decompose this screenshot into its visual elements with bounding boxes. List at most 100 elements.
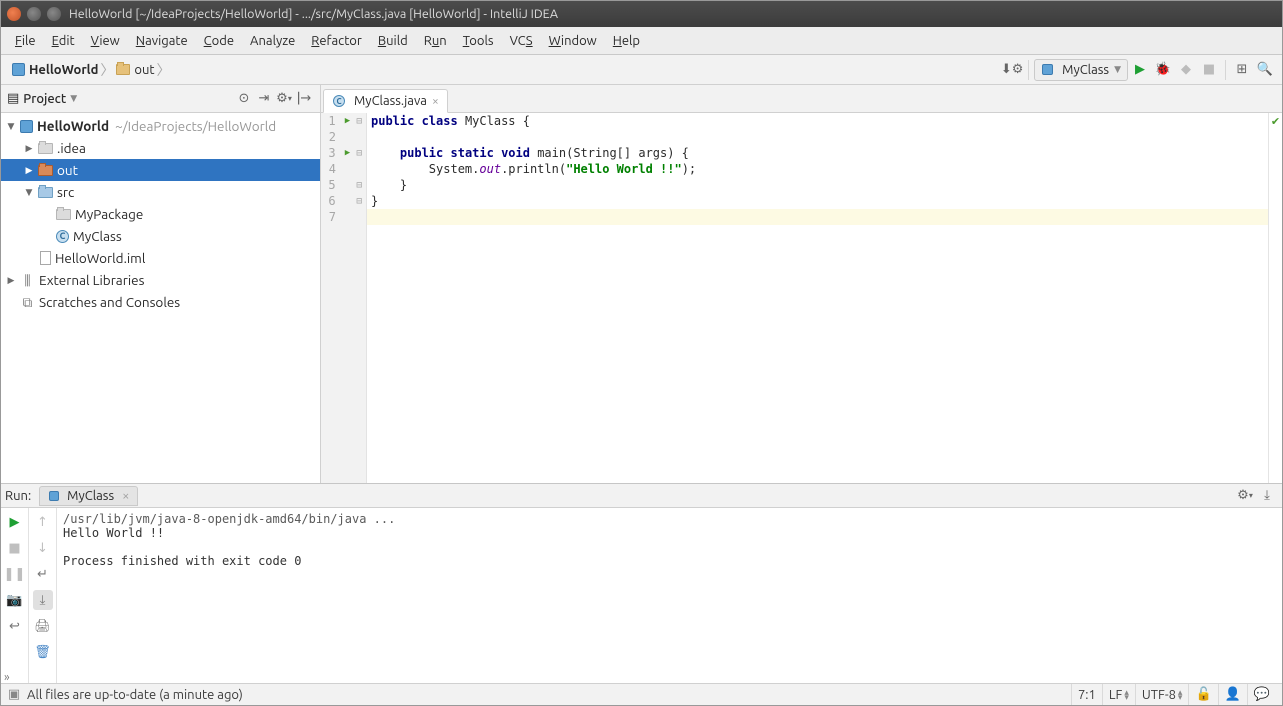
project-structure-button[interactable]: ⊞ [1231, 59, 1253, 81]
console-output[interactable]: /usr/lib/jvm/java-8-openjdk-amd64/bin/ja… [57, 508, 1282, 683]
separator [1225, 60, 1226, 80]
hide-button[interactable]: |→ [294, 89, 314, 109]
fold-end-icon[interactable]: ⊟ [356, 180, 366, 191]
breadcrumb[interactable]: HelloWorld 〉 out 〉 [7, 60, 1001, 80]
tree-node-iml[interactable]: HelloWorld.iml [1, 247, 320, 269]
window-titlebar: HelloWorld [~/IdeaProjects/HelloWorld] -… [1, 1, 1282, 27]
run-config-selector[interactable]: MyClass ▼ [1034, 59, 1128, 81]
tree-root[interactable]: ▼ HelloWorld ~/IdeaProjects/HelloWorld [1, 115, 320, 137]
clear-console-button[interactable]: 🗑 [33, 642, 53, 662]
scroll-to-end-button[interactable]: ⤓ [33, 590, 53, 610]
project-pane-title: Project [23, 92, 66, 106]
fold-icon[interactable]: ⊟ [356, 116, 366, 127]
console-command: /usr/lib/jvm/java-8-openjdk-amd64/bin/ja… [63, 512, 1276, 526]
line-separator[interactable]: LF▴▾ [1102, 684, 1135, 705]
expand-arrow-icon[interactable]: ▶ [21, 143, 37, 154]
run-tab[interactable]: MyClass × [39, 486, 138, 506]
error-stripe[interactable]: ✔ [1268, 113, 1282, 483]
status-tool-windows-icon[interactable]: ▣ [7, 688, 21, 702]
tree-external-libraries[interactable]: ▶ ⫼ External Libraries [1, 269, 320, 291]
tools-menu[interactable]: Tools [455, 31, 502, 51]
vcs-menu[interactable]: VCS [502, 31, 541, 51]
stop-button[interactable]: ■ [1198, 59, 1220, 81]
collapse-all-button[interactable]: ⇥ [254, 89, 274, 109]
chevron-down-icon: ▼ [1114, 64, 1121, 75]
tree-node-package[interactable]: MyPackage [1, 203, 320, 225]
run-menu[interactable]: Run [416, 31, 455, 51]
minimize-icon[interactable] [27, 7, 41, 21]
file-menu[interactable]: File [7, 31, 44, 51]
module-icon [20, 120, 33, 133]
lock-icon[interactable]: 🔓 [1188, 684, 1217, 705]
scroll-from-source-button[interactable]: ⊙ [234, 89, 254, 109]
expand-arrow-icon[interactable]: ▶ [21, 165, 37, 176]
breadcrumb-root[interactable]: HelloWorld [29, 63, 98, 77]
navigate-menu[interactable]: Navigate [128, 31, 196, 51]
build-project-button[interactable]: ⬇⚙ [1001, 59, 1023, 81]
chevron-right-icon: 〉 [157, 60, 171, 80]
editor-tab-label: MyClass.java [354, 94, 427, 108]
expand-arrow-icon[interactable]: ▼ [3, 121, 19, 132]
settings-gear-icon[interactable]: ⚙▾ [274, 89, 294, 109]
close-tab-icon[interactable]: × [432, 95, 439, 108]
run-tool-window: Run: MyClass × ⚙▾ ⤓ ▶ ■ ❚❚ 📷 ↩ ↑ ↓ ↵ ⤓ 🖨… [1, 483, 1282, 683]
code-editor[interactable]: public class MyClass { public static voi… [367, 113, 1268, 483]
stop-run-button[interactable]: ■ [5, 538, 25, 558]
dump-threads-button[interactable]: 📷 [5, 590, 25, 610]
breadcrumb-leaf[interactable]: out [134, 63, 154, 77]
hide-run-button[interactable]: ⤓ [1256, 485, 1278, 507]
inspection-profile-icon[interactable]: 👤 [1218, 684, 1247, 705]
window-menu[interactable]: Window [541, 31, 605, 51]
close-icon[interactable] [7, 7, 21, 21]
exit-button[interactable]: ↩ [5, 616, 25, 636]
editor-tab[interactable]: C MyClass.java × [323, 89, 448, 113]
help-menu[interactable]: Help [605, 31, 648, 51]
line-number: 7 [321, 210, 339, 224]
editor-gutter[interactable]: 1▶⊟ 2 3▶⊟ 4 5⊟ 6⊟ 7 [321, 113, 367, 483]
inspection-ok-icon[interactable]: ✔ [1269, 115, 1282, 128]
code-menu[interactable]: Code [196, 31, 242, 51]
pause-button[interactable]: ❚❚ [5, 564, 25, 584]
project-pane-header[interactable]: ▤ Project ▼ ⊙ ⇥ ⚙▾ |→ [1, 85, 320, 113]
expand-arrow-icon[interactable]: ▼ [21, 187, 37, 198]
code-keyword: static [443, 146, 494, 160]
folder-icon [56, 209, 71, 220]
code-static: out [479, 162, 501, 176]
refactor-menu[interactable]: Refactor [303, 31, 370, 51]
view-menu[interactable]: View [83, 31, 128, 51]
build-menu[interactable]: Build [370, 31, 416, 51]
folder-icon [116, 64, 130, 75]
down-stack-button[interactable]: ↓ [33, 538, 53, 558]
file-encoding[interactable]: UTF-8▴▾ [1135, 684, 1189, 705]
soft-wrap-button[interactable]: ↵ [33, 564, 53, 584]
tree-scratches[interactable]: ⧉ Scratches and Consoles [1, 291, 320, 313]
line-number: 5 [321, 178, 339, 192]
edit-menu[interactable]: Edit [44, 31, 83, 51]
run-settings-icon[interactable]: ⚙▾ [1234, 485, 1256, 507]
project-tree[interactable]: ▼ HelloWorld ~/IdeaProjects/HelloWorld ▶… [1, 113, 320, 483]
coverage-button[interactable]: ◆ [1175, 59, 1197, 81]
maximize-icon[interactable] [47, 7, 61, 21]
class-icon: C [333, 95, 345, 107]
rerun-button[interactable]: ▶ [5, 512, 25, 532]
analyze-menu[interactable]: Analyze [242, 31, 303, 51]
notifications-icon[interactable]: 💬 [1247, 684, 1276, 705]
tree-node-class[interactable]: C MyClass [1, 225, 320, 247]
run-header[interactable]: Run: MyClass × ⚙▾ ⤓ [1, 484, 1282, 508]
run-gutter-icon[interactable]: ▶ [339, 148, 357, 158]
close-tab-icon[interactable]: × [122, 489, 129, 503]
tree-node-idea[interactable]: ▶ .idea [1, 137, 320, 159]
run-gutter-icon[interactable]: ▶ [339, 116, 357, 126]
caret-position[interactable]: 7:1 [1071, 684, 1102, 705]
up-stack-button[interactable]: ↑ [33, 512, 53, 532]
tree-node-src[interactable]: ▼ src [1, 181, 320, 203]
print-button[interactable]: 🖨 [33, 616, 53, 636]
search-everywhere-button[interactable]: 🔍 [1254, 59, 1276, 81]
fold-icon[interactable]: ⊟ [356, 148, 366, 159]
debug-button[interactable]: 🐞 [1152, 59, 1174, 81]
tree-label: Scratches and Consoles [39, 294, 180, 310]
expand-arrow-icon[interactable]: ▶ [3, 275, 19, 286]
run-button[interactable]: ▶ [1129, 59, 1151, 81]
fold-end-icon[interactable]: ⊟ [356, 196, 366, 207]
tree-node-out[interactable]: ▶ out [1, 159, 320, 181]
